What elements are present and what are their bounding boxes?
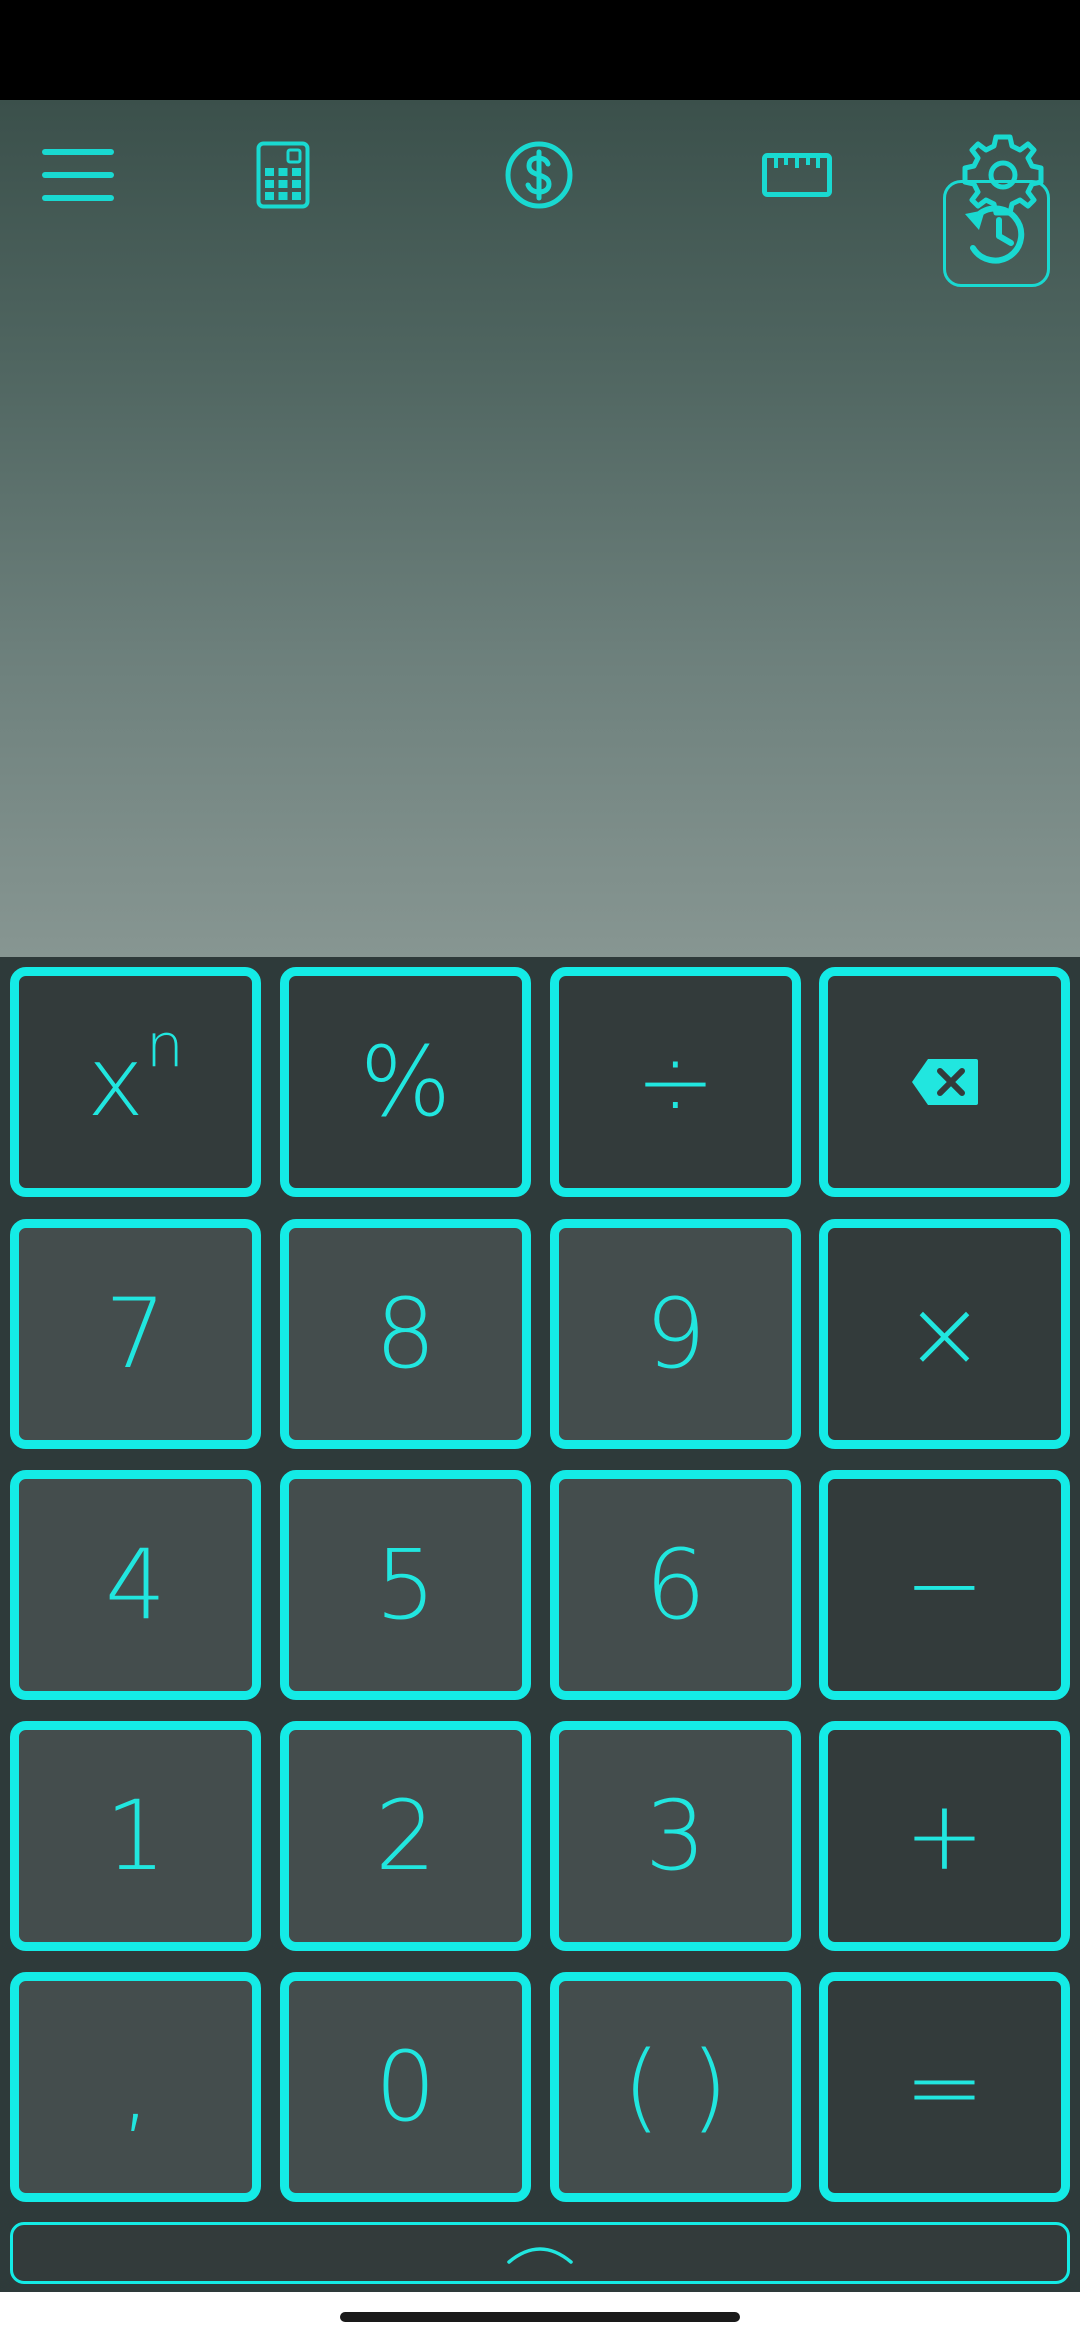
divide-key[interactable]: ÷ — [550, 967, 801, 1197]
digit-6-key[interactable]: 6 — [550, 1470, 801, 1700]
chevron-up-icon — [507, 2247, 573, 2264]
history-icon — [964, 205, 1024, 263]
calculator-icon — [256, 141, 310, 209]
multiply-key[interactable]: × — [819, 1219, 1070, 1449]
digit-2-key[interactable]: 2 — [280, 1721, 531, 1951]
digit-5-key[interactable]: 5 — [280, 1470, 531, 1700]
digit-1-key[interactable]: 1 — [10, 1721, 261, 1951]
home-indicator[interactable] — [340, 2312, 740, 2322]
unit-converter-tab[interactable] — [752, 130, 842, 220]
backspace-key[interactable] — [819, 967, 1070, 1197]
digit-0-key[interactable]: 0 — [280, 1972, 531, 2202]
equals-key[interactable]: = — [819, 1972, 1070, 2202]
menu-button[interactable] — [33, 130, 123, 220]
backspace-icon — [911, 1059, 978, 1105]
percent-key[interactable]: % — [280, 967, 531, 1197]
history-button[interactable] — [943, 180, 1050, 287]
hamburger-menu-icon — [42, 149, 114, 201]
calculator-tab[interactable] — [238, 130, 328, 220]
dollar-currency-icon — [505, 141, 573, 209]
plus-key[interactable]: + — [819, 1721, 1070, 1951]
power-key[interactable]: xn — [10, 967, 261, 1197]
power-key-exponent: n — [145, 1011, 184, 1081]
digit-9-key[interactable]: 9 — [550, 1219, 801, 1449]
currency-converter-tab[interactable] — [494, 130, 584, 220]
status-bar — [0, 0, 1080, 100]
display-area — [0, 100, 1080, 957]
keypad: xn % ÷ 7 8 9 × 4 5 6 − 1 2 3 + , 0 ( ) = — [0, 957, 1080, 2292]
digit-4-key[interactable]: 4 — [10, 1470, 261, 1700]
minus-key[interactable]: − — [819, 1470, 1070, 1700]
power-key-base: x — [87, 1026, 144, 1138]
ruler-icon — [762, 153, 832, 197]
parentheses-key[interactable]: ( ) — [550, 1972, 801, 2202]
digit-7-key[interactable]: 7 — [10, 1219, 261, 1449]
digit-8-key[interactable]: 8 — [280, 1219, 531, 1449]
expand-keypad-button[interactable] — [10, 2222, 1070, 2284]
decimal-comma-key[interactable]: , — [10, 1972, 261, 2202]
digit-3-key[interactable]: 3 — [550, 1721, 801, 1951]
